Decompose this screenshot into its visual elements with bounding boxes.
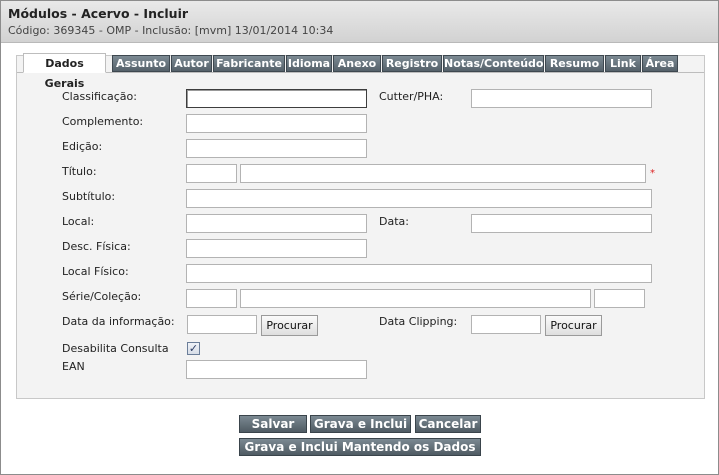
- salvar-button[interactable]: Salvar: [239, 415, 307, 433]
- serie-colecao-input-1[interactable]: [186, 289, 237, 308]
- data-clipping-label: Data Clipping:: [379, 315, 458, 328]
- complemento-label: Complemento:: [62, 115, 144, 128]
- data-label: Data:: [379, 215, 409, 228]
- serie-colecao-label: Série/Coleção:: [62, 290, 142, 303]
- desabilita-consulta-label: Desabilita Consulta: [62, 342, 169, 355]
- desc-fisica-label: Desc. Física:: [62, 240, 131, 253]
- grava-e-inclui-mantendo-button[interactable]: Grava e Inclui Mantendo os Dados: [239, 438, 481, 456]
- tab-autor[interactable]: Autor: [171, 55, 212, 72]
- local-fisico-input[interactable]: [186, 264, 652, 283]
- grava-e-inclui-button[interactable]: Grava e Inclui: [310, 415, 411, 433]
- page-title: Módulos - Acervo - Incluir: [8, 6, 189, 21]
- tab-resumo[interactable]: Resumo: [545, 55, 604, 72]
- cancelar-button[interactable]: Cancelar: [415, 415, 481, 433]
- tab-area[interactable]: Área: [642, 55, 678, 72]
- ean-label: EAN: [62, 360, 85, 373]
- data-clipping-input[interactable]: [471, 315, 541, 334]
- record-info: Código: 369345 - OMP - Inclusão: [mvm] 1…: [8, 24, 334, 37]
- tabs-divider: [17, 72, 704, 73]
- cutter-label: Cutter/PHA:: [379, 90, 444, 103]
- titulo-input[interactable]: [240, 164, 646, 183]
- local-label: Local:: [62, 215, 95, 228]
- cutter-input[interactable]: [471, 89, 652, 108]
- tab-notas-conteudo[interactable]: Notas/Conteúdo: [443, 55, 544, 72]
- required-mark: *: [650, 168, 655, 179]
- desc-fisica-input[interactable]: [186, 239, 367, 258]
- edicao-input[interactable]: [186, 139, 367, 158]
- ean-input[interactable]: [186, 360, 367, 379]
- tab-link[interactable]: Link: [605, 55, 641, 72]
- serie-colecao-input-3[interactable]: [594, 289, 645, 308]
- procurar-clipping-button[interactable]: Procurar: [545, 315, 602, 336]
- procurar-button[interactable]: Procurar: [261, 315, 318, 336]
- serie-colecao-input-2[interactable]: [240, 289, 591, 308]
- titulo-label: Título:: [62, 165, 97, 178]
- page-header: Módulos - Acervo - Incluir Código: 36934…: [1, 1, 718, 43]
- subtitulo-input[interactable]: [186, 189, 652, 208]
- tab-idioma[interactable]: Idioma: [286, 55, 332, 72]
- local-fisico-label: Local Físico:: [62, 265, 129, 278]
- classificacao-input[interactable]: [186, 89, 367, 108]
- tab-anexo[interactable]: Anexo: [333, 55, 381, 72]
- data-informacao-label: Data da informação:: [62, 315, 175, 328]
- tab-fabricante[interactable]: Fabricante: [213, 55, 285, 72]
- titulo-prefix-input[interactable]: [186, 164, 237, 183]
- local-input[interactable]: [186, 214, 367, 233]
- form-panel: Dados Gerais Assunto Autor Fabricante Id…: [16, 53, 705, 399]
- subtitulo-label: Subtítulo:: [62, 190, 116, 203]
- edicao-label: Edição:: [62, 140, 103, 153]
- window: Módulos - Acervo - Incluir Código: 36934…: [0, 0, 719, 475]
- tab-assunto[interactable]: Assunto: [112, 55, 170, 72]
- data-input[interactable]: [471, 214, 652, 233]
- tab-dados-gerais[interactable]: Dados Gerais: [23, 53, 106, 90]
- desabilita-consulta-checkbox[interactable]: ✓: [187, 342, 200, 355]
- tab-registro[interactable]: Registro: [382, 55, 442, 72]
- complemento-input[interactable]: [186, 114, 367, 133]
- data-informacao-input[interactable]: [187, 315, 257, 334]
